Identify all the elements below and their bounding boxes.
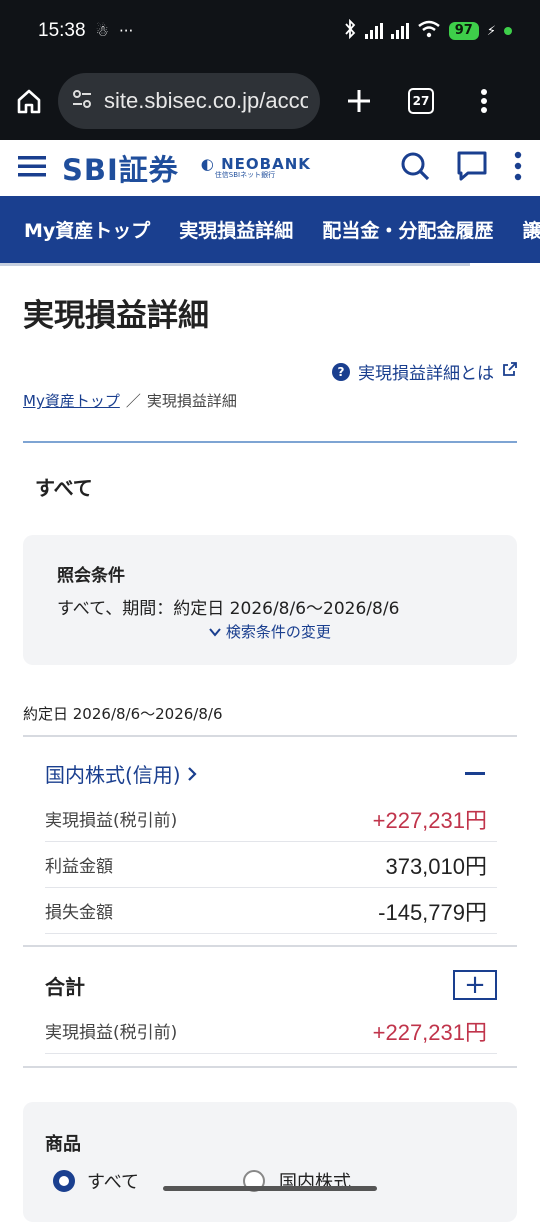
help-link[interactable]: ? 実現損益詳細とは <box>332 359 518 384</box>
row-label: 実現損益(税引前) <box>45 811 178 831</box>
table-row: 実現損益(税引前) +227,231円 <box>45 1008 497 1054</box>
expand-icon[interactable]: + <box>453 970 497 1000</box>
breadcrumb: My資産トップ ／ 実現損益詳細 <box>23 390 237 411</box>
total-section: 合計 + 実現損益(税引前) +227,231円 <box>45 968 497 1054</box>
nav-scroll-indicator <box>0 263 470 266</box>
new-tab-icon[interactable] <box>346 88 372 114</box>
external-link-icon <box>502 361 518 382</box>
total-title: 合計 <box>45 974 85 999</box>
change-conditions-link[interactable]: 検索条件の変更 <box>23 621 517 642</box>
bluetooth-icon <box>343 18 357 44</box>
privacy-dot-icon <box>504 27 512 35</box>
table-row: 利益金額 373,010円 <box>45 842 497 888</box>
breadcrumb-home[interactable]: My資産トップ <box>23 390 120 411</box>
section-divider-3 <box>23 1066 517 1068</box>
main-nav: My資産トップ 実現損益詳細 配当金・分配金履歴 譲 <box>0 196 540 263</box>
nav-realized-pl[interactable]: 実現損益詳細 <box>179 216 293 243</box>
nav-my-assets-top[interactable]: My資産トップ <box>24 216 150 243</box>
signal-2-icon <box>390 23 409 39</box>
table-row: 実現損益(税引前) +227,231円 <box>45 796 497 842</box>
row-label: 損失金額 <box>45 903 113 923</box>
breadcrumb-current: 実現損益詳細 <box>146 392 237 410</box>
status-bar: 15:38 ☃ ··· 97 ⚡ <box>0 0 540 62</box>
site-header: SBI証券 ◐ NEOBANK 住信SBIネット銀行 <box>0 140 540 196</box>
loss-amount-value: -145,779円 <box>378 899 487 925</box>
chevron-down-icon <box>209 623 226 641</box>
menu-kebab-icon[interactable] <box>480 88 488 114</box>
change-conditions-label: 検索条件の変更 <box>225 623 331 641</box>
nav-dividend-history[interactable]: 配当金・分配金履歴 <box>322 216 493 243</box>
section-divider <box>23 441 517 443</box>
period-label: 約定日 2026/8/6〜2026/8/6 <box>23 705 223 723</box>
breadcrumb-separator: ／ <box>125 392 141 410</box>
sbi-logo[interactable]: SBI証券 <box>62 147 179 189</box>
battery-indicator: 97 <box>448 22 479 40</box>
site-more-icon[interactable] <box>514 151 522 185</box>
domestic-margin-link[interactable]: 国内株式(信用) <box>45 759 197 788</box>
row-label: 利益金額 <box>45 857 113 877</box>
page-title: 実現損益詳細 <box>23 298 209 334</box>
conditions-label: 照会条件 <box>57 566 125 586</box>
more-notifications-icon: ··· <box>119 22 134 40</box>
profit-amount-value: 373,010円 <box>385 853 487 879</box>
domestic-margin-section: 国内株式(信用) 実現損益(税引前) +227,231円 利益金額 373,01… <box>45 756 497 934</box>
home-icon[interactable] <box>14 86 44 116</box>
browser-toolbar: site.sbisec.co.jp/acco 27 <box>0 62 540 140</box>
chevron-right-icon <box>187 763 197 787</box>
signal-icon <box>364 23 383 39</box>
notification-icon: ☃ <box>95 22 109 40</box>
site-settings-icon[interactable] <box>70 87 94 115</box>
address-bar[interactable]: site.sbisec.co.jp/acco <box>58 73 320 129</box>
total-realized-pl-value: +227,231円 <box>372 1019 487 1045</box>
row-label: 実現損益(税引前) <box>45 1023 178 1043</box>
gesture-home-bar[interactable] <box>163 1186 377 1191</box>
search-icon[interactable] <box>400 151 430 185</box>
charging-icon: ⚡ <box>486 23 496 39</box>
conditions-description: すべて、期間：約定日 2026/8/6〜2026/8/6 <box>57 599 400 619</box>
realized-pl-value: +227,231円 <box>372 807 487 833</box>
period-divider <box>23 735 517 737</box>
product-filter-panel: 商品 すべて 国内株式 <box>23 1102 517 1222</box>
neobank-mark-icon: ◐ <box>200 155 215 173</box>
section-divider-2 <box>23 945 517 947</box>
status-time: 15:38 <box>38 20 86 41</box>
radio-all-label: すべて <box>87 1172 140 1193</box>
url-text: site.sbisec.co.jp/acco <box>104 88 308 113</box>
chat-icon[interactable] <box>456 150 488 186</box>
tab-switcher-button[interactable]: 27 <box>408 88 434 114</box>
hamburger-menu-icon[interactable] <box>18 154 46 182</box>
radio-all[interactable] <box>53 1170 75 1192</box>
collapse-icon[interactable] <box>465 771 485 775</box>
neobank-logo[interactable]: ◐ NEOBANK 住信SBIネット銀行 <box>201 157 311 179</box>
help-icon: ? <box>332 362 350 381</box>
wifi-icon <box>417 20 441 43</box>
nav-transfer[interactable]: 譲 <box>522 216 540 243</box>
help-link-label: 実現損益詳細とは <box>358 364 494 384</box>
product-label: 商品 <box>45 1134 81 1155</box>
table-row: 損失金額 -145,779円 <box>45 888 497 934</box>
search-conditions-panel: 照会条件 すべて、期間：約定日 2026/8/6〜2026/8/6 検索条件の変… <box>23 535 517 665</box>
category-heading: すべて <box>35 476 93 500</box>
